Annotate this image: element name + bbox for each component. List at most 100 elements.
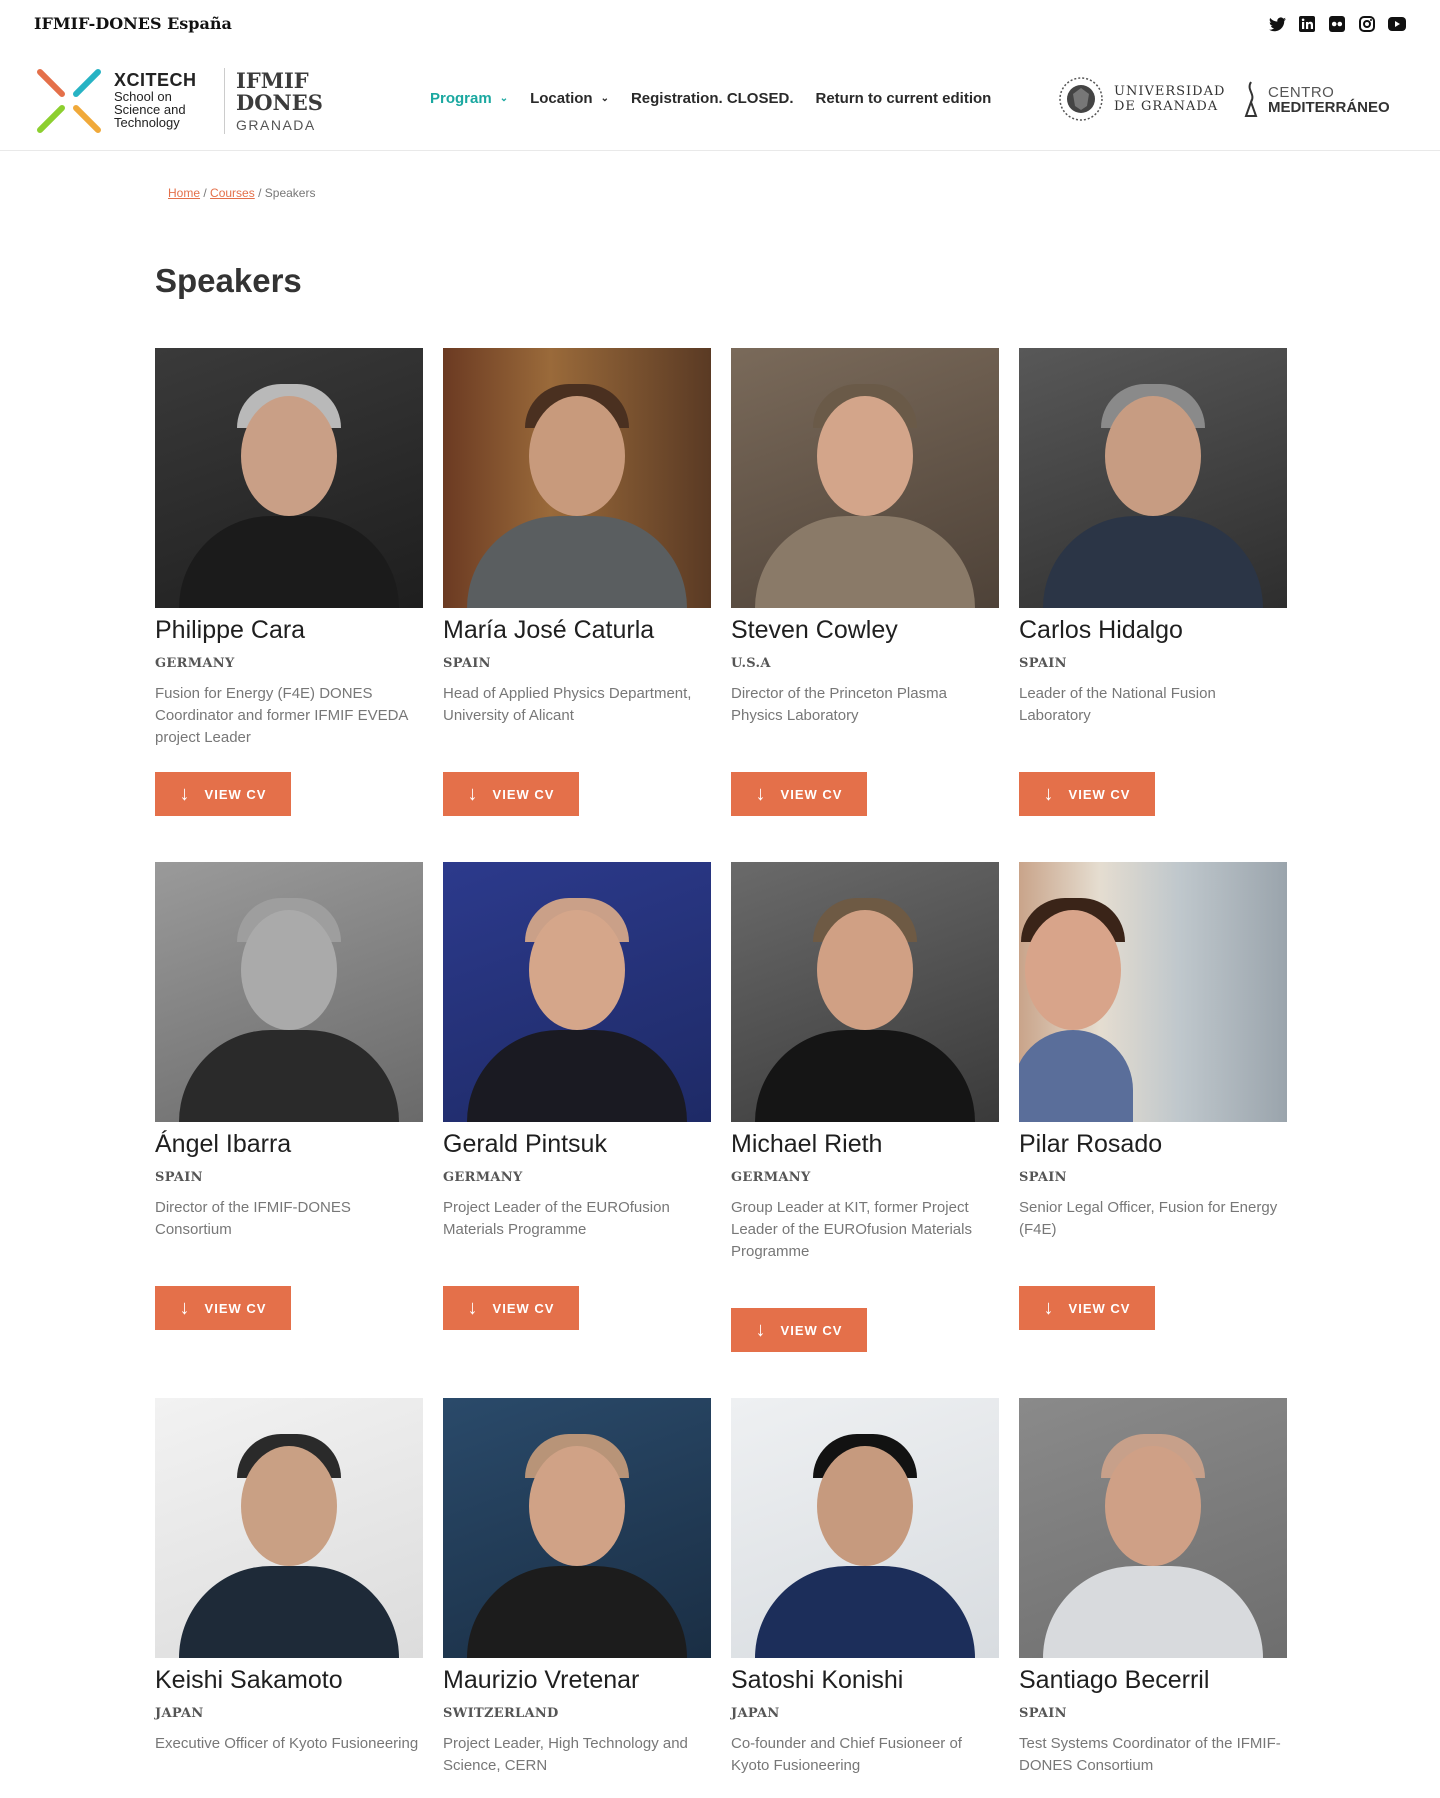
- speaker-card: Steven Cowley U.S.A Director of the Prin…: [731, 348, 999, 818]
- speaker-photo: [155, 348, 423, 608]
- speaker-name: Keishi Sakamoto: [155, 1666, 343, 1694]
- breadcrumb-separator: /: [203, 186, 207, 200]
- arrow-down-icon: ↓: [755, 782, 767, 805]
- xcitech-title: XCITECH: [114, 70, 197, 90]
- view-cv-button[interactable]: ↓ VIEW CV: [1019, 772, 1155, 816]
- view-cv-label: VIEW CV: [1068, 786, 1131, 802]
- nav-return-label: Return to current edition: [815, 90, 992, 107]
- speaker-role: Test Systems Coordinator of the IFMIF-DO…: [1019, 1735, 1281, 1774]
- chevron-down-icon: ⌄: [499, 93, 509, 104]
- breadcrumb-courses[interactable]: Courses: [210, 186, 255, 200]
- speaker-name: Satoshi Konishi: [731, 1666, 904, 1694]
- speaker-photo: [731, 1398, 999, 1658]
- org-name: IFMIF-DONES España: [34, 14, 232, 33]
- youtube-icon[interactable]: [1388, 15, 1406, 33]
- speaker-card: Ángel Ibarra SPAIN Director of the IFMIF…: [155, 862, 423, 1352]
- speaker-name: Michael Rieth: [731, 1130, 883, 1158]
- speaker-role: Project Leader, High Technology and Scie…: [443, 1735, 688, 1774]
- arrow-down-icon: ↓: [467, 782, 479, 805]
- view-cv-button[interactable]: ↓ VIEW CV: [1019, 1286, 1155, 1330]
- speaker-name: Santiago Becerril: [1019, 1666, 1210, 1694]
- speaker-country: SPAIN: [443, 656, 491, 671]
- speaker-name: Carlos Hidalgo: [1019, 616, 1183, 644]
- breadcrumb-current: Speakers: [264, 186, 316, 200]
- logo-divider: [224, 68, 225, 134]
- speaker-name: Steven Cowley: [731, 616, 898, 644]
- view-cv-button[interactable]: ↓ VIEW CV: [443, 1286, 579, 1330]
- speaker-role: Group Leader at KIT, former Project Lead…: [731, 1199, 972, 1260]
- speaker-card: Santiago Becerril SPAIN Test Systems Coo…: [1019, 1398, 1287, 1798]
- view-cv-label: VIEW CV: [204, 1300, 267, 1316]
- ifmif-dones-logo[interactable]: IFMIF DONES GRANADA: [236, 70, 323, 136]
- speaker-country: SPAIN: [155, 1170, 203, 1185]
- view-cv-label: VIEW CV: [780, 786, 843, 802]
- speaker-country: SPAIN: [1019, 1706, 1067, 1721]
- view-cv-button[interactable]: ↓ VIEW CV: [731, 1308, 867, 1352]
- speaker-role: Co-founder and Chief Fusioneer of Kyoto …: [731, 1735, 962, 1774]
- arrow-down-icon: ↓: [1043, 1296, 1055, 1319]
- centro-mediterraneo-logo[interactable]: CENTRO MEDITERRÁNEO: [1240, 80, 1390, 120]
- speaker-name: Maurizio Vretenar: [443, 1666, 640, 1694]
- top-bar: IFMIF-DONES España: [0, 0, 1440, 50]
- breadcrumb-separator: /: [258, 186, 262, 200]
- ugr-seal-icon: [1059, 77, 1103, 121]
- view-cv-label: VIEW CV: [204, 786, 267, 802]
- speaker-country: JAPAN: [731, 1706, 780, 1721]
- speaker-photo: [731, 348, 999, 608]
- instagram-icon[interactable]: [1358, 15, 1376, 33]
- speaker-role: Senior Legal Officer, Fusion for Energy …: [1019, 1199, 1278, 1238]
- nav-location-label: Location: [530, 90, 593, 107]
- arrow-down-icon: ↓: [467, 1296, 479, 1319]
- speaker-name: Gerald Pintsuk: [443, 1130, 607, 1158]
- twitter-icon[interactable]: [1268, 15, 1286, 33]
- main-nav: Program ⌄ Location ⌄ Registration. CLOSE…: [430, 90, 991, 107]
- nav-location[interactable]: Location ⌄: [530, 90, 609, 107]
- view-cv-label: VIEW CV: [492, 1300, 555, 1316]
- linkedin-icon[interactable]: [1298, 15, 1316, 33]
- xcitech-logo-icon[interactable]: [32, 64, 106, 138]
- arrow-down-icon: ↓: [755, 1318, 767, 1341]
- cm-line-1: CENTRO: [1268, 84, 1335, 101]
- social-links: [1268, 15, 1406, 33]
- speaker-photo: [1019, 1398, 1287, 1658]
- speaker-role: Head of Applied Physics Department, Univ…: [443, 685, 692, 724]
- speaker-country: SPAIN: [1019, 1170, 1067, 1185]
- speaker-photo: [443, 348, 711, 608]
- view-cv-button[interactable]: ↓ VIEW CV: [155, 1286, 291, 1330]
- view-cv-button[interactable]: ↓ VIEW CV: [731, 772, 867, 816]
- nav-registration-label: Registration. CLOSED.: [630, 90, 794, 107]
- cm-line-2: MEDITERRÁNEO: [1268, 99, 1390, 116]
- speaker-photo: [731, 862, 999, 1122]
- site-header: XCITECH School on Science and Technology…: [0, 50, 1440, 151]
- speaker-country: GERMANY: [443, 1170, 523, 1185]
- view-cv-button[interactable]: ↓ VIEW CV: [155, 772, 291, 816]
- speaker-photo: [443, 1398, 711, 1658]
- speaker-name: María José Caturla: [443, 616, 655, 644]
- speaker-country: JAPAN: [155, 1706, 204, 1721]
- ugr-logo[interactable]: UNIVERSIDAD DE GRANADA: [1058, 76, 1225, 122]
- dones-label: DONES: [236, 90, 323, 115]
- arrow-down-icon: ↓: [179, 782, 191, 805]
- breadcrumb-home[interactable]: Home: [168, 186, 200, 200]
- speaker-country: GERMANY: [155, 656, 235, 671]
- flickr-icon[interactable]: [1328, 15, 1346, 33]
- speaker-country: SWITZERLAND: [443, 1706, 559, 1721]
- breadcrumb: Home / Courses / Speakers: [168, 186, 315, 200]
- speaker-photo: [443, 862, 711, 1122]
- speaker-card: Pilar Rosado SPAIN Senior Legal Officer,…: [1019, 862, 1287, 1352]
- speaker-card: Michael Rieth GERMANY Group Leader at KI…: [731, 862, 999, 1352]
- ugr-line-2: DE GRANADA: [1114, 99, 1219, 114]
- chevron-down-icon: ⌄: [600, 93, 609, 104]
- ugr-text: UNIVERSIDAD DE GRANADA: [1114, 84, 1225, 114]
- speaker-name: Ángel Ibarra: [155, 1130, 292, 1158]
- xcitech-sub-3: Technology: [114, 115, 180, 130]
- granada-label: GRANADA: [236, 117, 316, 133]
- nav-registration[interactable]: Registration. CLOSED.: [631, 90, 794, 107]
- speaker-card: Carlos Hidalgo SPAIN Leader of the Natio…: [1019, 348, 1287, 818]
- view-cv-button[interactable]: ↓ VIEW CV: [443, 772, 579, 816]
- nav-program-label: Program: [430, 90, 492, 107]
- view-cv-label: VIEW CV: [780, 1322, 843, 1338]
- nav-program[interactable]: Program ⌄: [430, 90, 508, 107]
- nav-return-current[interactable]: Return to current edition: [816, 90, 992, 107]
- xcitech-wordmark[interactable]: XCITECH School on Science and Technology: [114, 70, 197, 129]
